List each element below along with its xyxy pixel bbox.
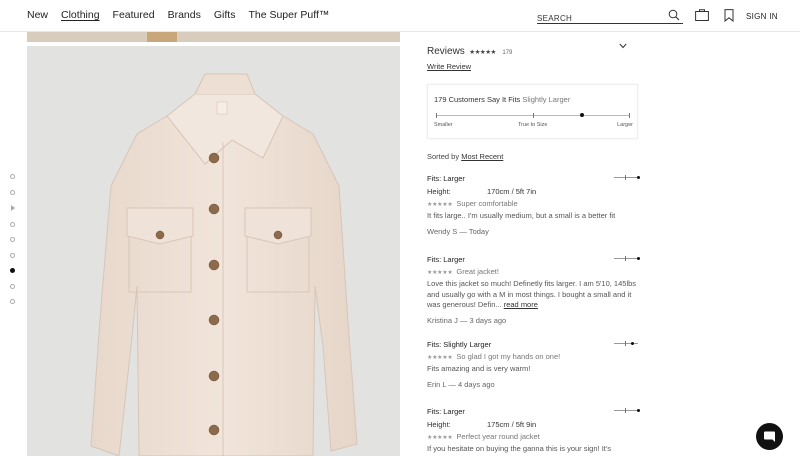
gallery-dot-2[interactable] bbox=[10, 189, 15, 195]
search-icon[interactable] bbox=[668, 9, 680, 21]
review-title-row: ★★★★★ Perfect year round jacket bbox=[427, 432, 638, 441]
chat-button[interactable] bbox=[756, 423, 783, 450]
wishlist-bookmark-icon[interactable] bbox=[724, 9, 734, 22]
review-fit-scale bbox=[614, 175, 640, 180]
nav-gifts[interactable]: Gifts bbox=[214, 9, 236, 21]
fit-scale-tick-right bbox=[629, 113, 630, 118]
review-title-row: ★★★★★ So glad I got my hands on one! bbox=[427, 352, 638, 361]
fit-scale bbox=[436, 113, 630, 118]
product-image-jacket bbox=[27, 46, 400, 456]
gallery-dot-9[interactable] bbox=[10, 299, 15, 304]
review-item: Fits: Larger Height: 170cm / 5ft 7in ★★★… bbox=[427, 174, 640, 236]
gallery-dot-1[interactable] bbox=[10, 174, 15, 179]
review-item: Fits: Larger ★★★★★ Great jacket! Love thi… bbox=[427, 255, 640, 325]
review-stars: ★★★★★ bbox=[427, 202, 453, 208]
review-fit-scale bbox=[614, 341, 638, 346]
nav-new[interactable]: New bbox=[27, 9, 48, 21]
fit-summary-value: Slightly Larger bbox=[522, 95, 571, 104]
review-body: Fits amazing and is very warm! bbox=[427, 364, 531, 373]
review-title: Great jacket! bbox=[456, 267, 499, 276]
gallery-dot-6[interactable] bbox=[10, 252, 15, 258]
sort-dropdown[interactable]: Most Recent bbox=[461, 152, 503, 161]
review-item: Fits: Slightly Larger ★★★★★ So glad I got… bbox=[427, 340, 638, 389]
fit-scale-tick-center bbox=[533, 113, 534, 118]
product-image-previous bbox=[27, 32, 400, 42]
review-stars: ★★★★★ bbox=[427, 355, 453, 361]
main-nav: New Clothing Featured Brands Gifts The S… bbox=[27, 9, 329, 21]
gallery-video-play-icon[interactable] bbox=[11, 205, 15, 211]
fit-scale-tick-left bbox=[436, 113, 437, 118]
read-more-link[interactable]: read more bbox=[504, 300, 538, 309]
review-fit-scale bbox=[614, 408, 640, 413]
review-body: If you hesitate on buying the ganna this… bbox=[427, 444, 612, 453]
review-fit: Fits: Larger bbox=[427, 174, 465, 183]
fit-label-larger: Larger bbox=[617, 122, 633, 128]
review-height: Height: 175cm / 5ft 9in bbox=[427, 420, 537, 429]
review-title-row: ★★★★★ Great jacket! bbox=[427, 267, 638, 276]
review-item: Fits: Larger Height: 175cm / 5ft 9in ★★★… bbox=[427, 407, 640, 455]
review-title-row: ★★★★★ Super comfortable bbox=[427, 199, 638, 208]
chat-bubble-icon bbox=[764, 431, 775, 442]
reviews-rating-stars: ★★★★★ bbox=[469, 49, 496, 56]
sign-in-link[interactable]: SIGN IN bbox=[746, 12, 778, 21]
reviews-title: Reviews bbox=[427, 46, 465, 57]
gallery-dot-7-active[interactable] bbox=[10, 268, 15, 273]
write-review-link[interactable]: Write Review bbox=[427, 62, 471, 71]
jacket-illustration bbox=[90, 73, 358, 456]
review-author: Wendy S — Today bbox=[427, 226, 489, 236]
site-header: New Clothing Featured Brands Gifts The S… bbox=[0, 0, 800, 32]
nav-clothing[interactable]: Clothing bbox=[61, 9, 100, 21]
review-fit: Fits: Slightly Larger bbox=[427, 340, 492, 349]
fit-summary-card: 179 Customers Say It Fits Slightly Large… bbox=[427, 84, 638, 139]
sort-label: Sorted by bbox=[427, 152, 460, 161]
reviews-count: 179 bbox=[502, 50, 513, 56]
review-author: Kristina J — 3 days ago bbox=[427, 315, 507, 325]
review-height: Height: 170cm / 5ft 7in bbox=[427, 187, 537, 196]
review-body: It fits large.. I'm usually medium, but … bbox=[427, 211, 616, 220]
fit-scale-marker bbox=[579, 113, 584, 117]
nav-super-puff[interactable]: The Super Puff™ bbox=[248, 9, 329, 21]
fit-label-smaller: Smaller bbox=[434, 122, 453, 128]
search-input[interactable] bbox=[537, 11, 657, 26]
gallery-dot-5[interactable] bbox=[10, 237, 15, 242]
review-author: Erin L — 4 days ago bbox=[427, 379, 495, 389]
review-body: Love this jacket so much! Definetly fits… bbox=[427, 279, 637, 309]
review-title: Perfect year round jacket bbox=[456, 432, 540, 441]
gallery-pagination bbox=[10, 174, 18, 315]
nav-featured[interactable]: Featured bbox=[113, 9, 155, 21]
fit-summary-headline: 179 Customers Say It Fits Slightly Large… bbox=[434, 95, 570, 104]
fit-label-true-to-size: True to Size bbox=[518, 122, 548, 128]
review-title: Super comfortable bbox=[456, 199, 518, 208]
reviews-accordion-header[interactable]: Reviews ★★★★★ 179 bbox=[427, 41, 638, 57]
gallery-dot-8[interactable] bbox=[10, 283, 15, 289]
review-stars: ★★★★★ bbox=[427, 435, 453, 441]
chevron-down-icon[interactable] bbox=[619, 43, 627, 49]
review-fit-scale bbox=[614, 256, 640, 261]
review-stars: ★★★★★ bbox=[427, 270, 453, 276]
fit-summary-prefix: 179 Customers Say It Fits bbox=[434, 95, 521, 104]
sort-control: Sorted by Most Recent bbox=[427, 152, 503, 161]
review-title: So glad I got my hands on one! bbox=[456, 352, 561, 361]
review-fit: Fits: Larger bbox=[427, 255, 465, 264]
review-fit: Fits: Larger bbox=[427, 407, 465, 416]
search-bar bbox=[537, 8, 683, 26]
nav-brands[interactable]: Brands bbox=[168, 9, 201, 21]
gallery-dot-4[interactable] bbox=[10, 221, 15, 227]
shopping-bag-icon[interactable] bbox=[695, 9, 709, 21]
